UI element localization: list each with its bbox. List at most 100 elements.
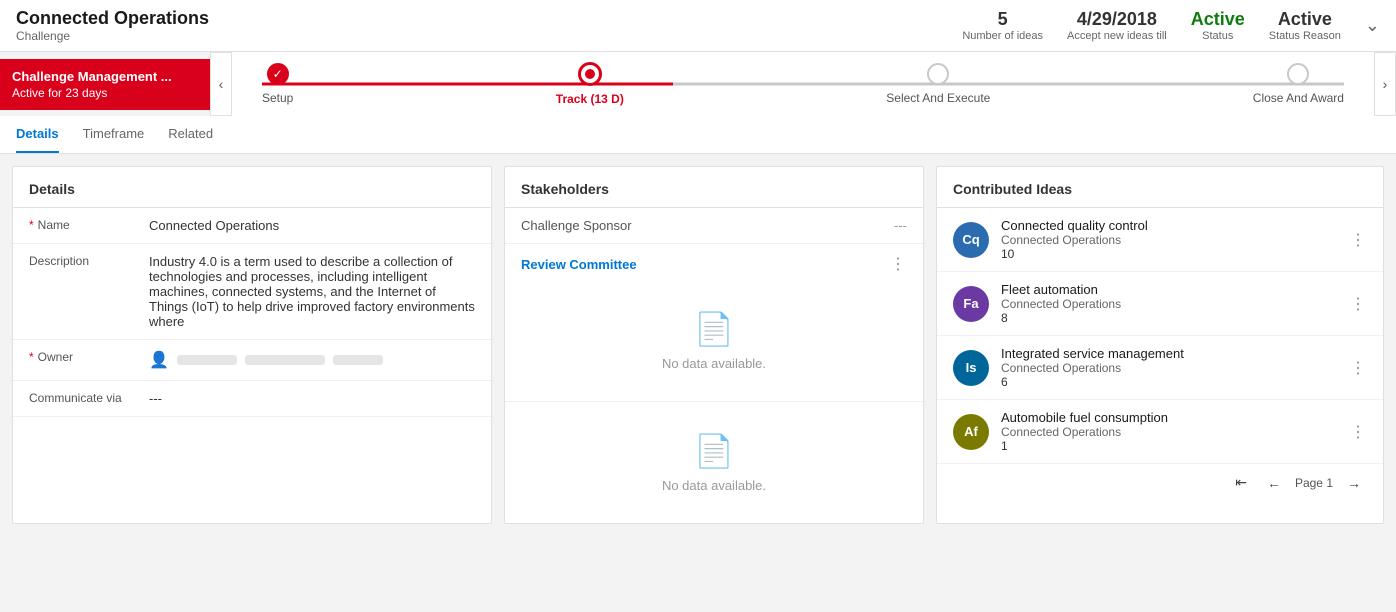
field-communicate-label: Communicate via bbox=[29, 391, 149, 405]
idea-item-fa: Fa Fleet automation Connected Operations… bbox=[937, 272, 1383, 336]
field-name-row: *Name Connected Operations bbox=[13, 208, 491, 244]
field-communicate-value: --- bbox=[149, 391, 475, 406]
no-data-text-2: No data available. bbox=[662, 478, 766, 493]
challenge-title: Challenge Management ... bbox=[12, 69, 198, 84]
no-data-icon-2: 📄 bbox=[694, 432, 734, 470]
status-reason-value: Active bbox=[1269, 9, 1341, 30]
owner-text-2 bbox=[245, 355, 325, 365]
ideas-panel: Contributed Ideas Cq Connected quality c… bbox=[936, 166, 1384, 524]
app-title: Connected Operations bbox=[16, 8, 209, 29]
step-setup-label: Setup bbox=[262, 91, 293, 105]
idea-menu-af[interactable]: ⋮ bbox=[1350, 422, 1367, 442]
field-owner-required: * bbox=[29, 350, 34, 364]
status-reason-label: Status Reason bbox=[1269, 30, 1341, 42]
status-value: Active bbox=[1191, 9, 1245, 30]
idea-org-fa: Connected Operations bbox=[1001, 297, 1338, 311]
owner-text-1 bbox=[177, 355, 237, 365]
stat-status: Active Status bbox=[1191, 9, 1245, 42]
challenge-days: Active for 23 days bbox=[12, 86, 198, 100]
challenge-sponsor-label: Challenge Sponsor bbox=[521, 218, 632, 233]
step-select-label: Select And Execute bbox=[886, 91, 990, 105]
field-description-label: Description bbox=[29, 254, 149, 268]
stat-num-ideas: 5 Number of ideas bbox=[962, 9, 1043, 42]
idea-avatar-af: Af bbox=[953, 414, 989, 450]
status-label: Status bbox=[1191, 30, 1245, 42]
accept-till-label: Accept new ideas till bbox=[1067, 30, 1167, 42]
idea-avatar-fa: Fa bbox=[953, 286, 989, 322]
idea-name-af: Automobile fuel consumption bbox=[1001, 410, 1338, 425]
details-panel: Details *Name Connected Operations Descr… bbox=[12, 166, 492, 524]
step-track-label: Track (13 D) bbox=[556, 92, 624, 106]
idea-org-af: Connected Operations bbox=[1001, 425, 1338, 439]
owner-user-icon: 👤 bbox=[149, 350, 169, 370]
stakeholders-panel: Stakeholders Challenge Sponsor --- Revie… bbox=[504, 166, 924, 524]
steps-nav-right[interactable]: › bbox=[1374, 52, 1396, 116]
step-close-circle bbox=[1287, 63, 1309, 85]
idea-avatar-cq: Cq bbox=[953, 222, 989, 258]
step-close: Close And Award bbox=[1253, 63, 1344, 105]
idea-name-cq: Connected quality control bbox=[1001, 218, 1338, 233]
num-ideas-value: 5 bbox=[962, 9, 1043, 30]
idea-details-is: Integrated service management Connected … bbox=[1001, 346, 1338, 389]
page-next-button[interactable]: → bbox=[1341, 473, 1367, 493]
challenge-bar: Challenge Management ... Active for 23 d… bbox=[0, 52, 1396, 116]
step-track-circle bbox=[578, 62, 602, 86]
review-committee-button[interactable]: Review Committee bbox=[521, 257, 637, 272]
challenge-sponsor-row: Challenge Sponsor --- bbox=[505, 208, 923, 244]
stat-status-reason: Active Status Reason bbox=[1269, 9, 1341, 42]
idea-item-is: Is Integrated service management Connect… bbox=[937, 336, 1383, 400]
idea-count-cq: 10 bbox=[1001, 247, 1338, 261]
no-data-icon-1: 📄 bbox=[694, 310, 734, 348]
app-header: Connected Operations Challenge 5 Number … bbox=[0, 0, 1396, 52]
review-committee-menu[interactable]: ⋮ bbox=[890, 254, 907, 274]
idea-item-af: Af Automobile fuel consumption Connected… bbox=[937, 400, 1383, 464]
step-select: Select And Execute bbox=[886, 63, 990, 105]
idea-count-af: 1 bbox=[1001, 439, 1338, 453]
ideas-footer: ⇤ ← Page 1 → bbox=[937, 464, 1383, 501]
page-label: Page 1 bbox=[1295, 476, 1333, 490]
app-subtitle: Challenge bbox=[16, 29, 209, 43]
tabs-bar: Details Timeframe Related bbox=[0, 116, 1396, 154]
idea-menu-cq[interactable]: ⋮ bbox=[1350, 230, 1367, 250]
field-communicate-row: Communicate via --- bbox=[13, 381, 491, 417]
stakeholders-panel-title: Stakeholders bbox=[505, 167, 923, 208]
field-name-label: *Name bbox=[29, 218, 149, 232]
field-description-value: Industry 4.0 is a term used to describe … bbox=[149, 254, 475, 329]
step-setup-circle: ✓ bbox=[267, 63, 289, 85]
stakeholder-no-data: 📄 No data available. bbox=[521, 402, 907, 523]
step-select-circle bbox=[927, 63, 949, 85]
num-ideas-label: Number of ideas bbox=[962, 30, 1043, 42]
idea-menu-fa[interactable]: ⋮ bbox=[1350, 294, 1367, 314]
idea-count-fa: 8 bbox=[1001, 311, 1338, 325]
step-track: Track (13 D) bbox=[556, 62, 624, 106]
owner-text-3 bbox=[333, 355, 383, 365]
idea-item-cq: Cq Connected quality control Connected O… bbox=[937, 208, 1383, 272]
accept-till-value: 4/29/2018 bbox=[1067, 9, 1167, 30]
header-stats: 5 Number of ideas 4/29/2018 Accept new i… bbox=[962, 9, 1380, 42]
header-expand-button[interactable]: ⌄ bbox=[1365, 15, 1380, 36]
idea-menu-is[interactable]: ⋮ bbox=[1350, 358, 1367, 378]
idea-avatar-is: Is bbox=[953, 350, 989, 386]
review-committee-no-data: 📄 No data available. bbox=[505, 280, 923, 401]
field-name-required: * bbox=[29, 218, 34, 232]
no-data-text-1: No data available. bbox=[662, 356, 766, 371]
main-content: Details *Name Connected Operations Descr… bbox=[0, 154, 1396, 536]
idea-details-af: Automobile fuel consumption Connected Op… bbox=[1001, 410, 1338, 453]
review-committee-header: Review Committee ⋮ bbox=[505, 244, 923, 280]
details-panel-title: Details bbox=[13, 167, 491, 208]
field-description-row: Description Industry 4.0 is a term used … bbox=[13, 244, 491, 340]
idea-org-cq: Connected Operations bbox=[1001, 233, 1338, 247]
idea-name-is: Integrated service management bbox=[1001, 346, 1338, 361]
idea-count-is: 6 bbox=[1001, 375, 1338, 389]
tab-timeframe[interactable]: Timeframe bbox=[83, 116, 145, 153]
idea-name-fa: Fleet automation bbox=[1001, 282, 1338, 297]
page-first-button[interactable]: ⇤ bbox=[1229, 472, 1253, 493]
idea-details-cq: Connected quality control Connected Oper… bbox=[1001, 218, 1338, 261]
steps-track bbox=[262, 83, 1344, 86]
tab-related[interactable]: Related bbox=[168, 116, 213, 153]
field-owner-row: *Owner 👤 bbox=[13, 340, 491, 381]
step-close-label: Close And Award bbox=[1253, 91, 1344, 105]
steps-nav-left[interactable]: ‹ bbox=[210, 52, 232, 116]
tab-details[interactable]: Details bbox=[16, 116, 59, 153]
page-prev-button[interactable]: ← bbox=[1261, 473, 1287, 493]
